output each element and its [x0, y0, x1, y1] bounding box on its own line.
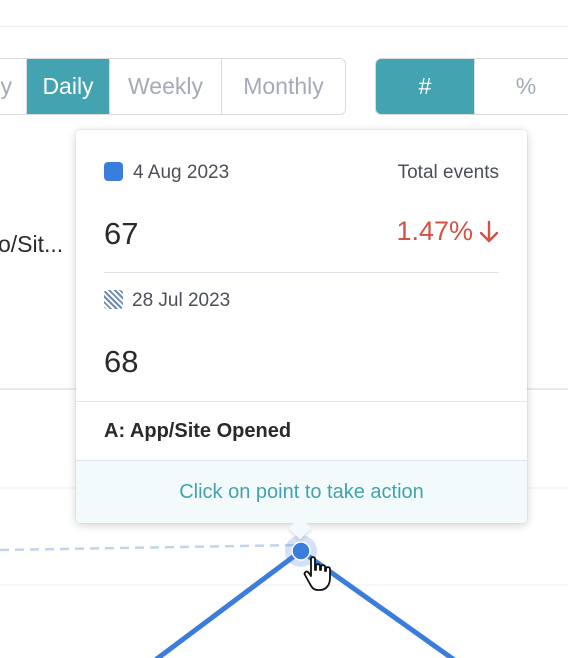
comparison-series-line: [0, 543, 301, 552]
mode-option-percent[interactable]: %: [475, 59, 568, 114]
current-series-line: [153, 548, 456, 658]
granularity-option-label: Daily: [42, 73, 94, 99]
current-period-value: 67: [104, 216, 139, 251]
tooltip-divider: [76, 401, 527, 402]
event-name: A: App/Site Opened: [104, 420, 292, 442]
change-percent: 1.47%: [396, 216, 473, 246]
event-label-truncated: o/Sit...: [0, 231, 64, 257]
current-series-swatch-icon: [104, 162, 123, 181]
mode-option-label: #: [418, 73, 432, 99]
event-name-row: A: App/Site Opened: [104, 420, 499, 443]
previous-period-value: 68: [104, 344, 139, 379]
change-indicator: 1.47%: [396, 216, 499, 247]
arrow-down-icon: [479, 220, 499, 242]
current-period-date: 4 Aug 2023: [133, 162, 230, 183]
previous-period-value-row: 68: [104, 344, 499, 380]
mode-option-count[interactable]: #: [376, 59, 475, 114]
top-divider: [0, 26, 568, 27]
metric-label: Total events: [397, 162, 499, 183]
granularity-toggle: y Daily Weekly Monthly: [0, 58, 346, 115]
value-mode-toggle: # %: [375, 58, 568, 115]
granularity-option-monthly[interactable]: Monthly: [222, 59, 345, 114]
granularity-option-label: Monthly: [243, 73, 324, 99]
previous-period-header: 28 Jul 2023: [104, 290, 499, 312]
tooltip-divider: [104, 272, 499, 273]
current-period-header: 4 Aug 2023 Total events: [104, 162, 499, 184]
analytics-chart-view: y Daily Weekly Monthly # % o/Sit... 4 Au…: [0, 0, 568, 658]
comparison-series-swatch-icon: [104, 290, 123, 309]
take-action-label: Click on point to take action: [179, 480, 424, 503]
granularity-option-weekly[interactable]: Weekly: [110, 59, 222, 114]
granularity-option-daily[interactable]: Daily: [27, 59, 110, 114]
hover-tooltip: 4 Aug 2023 Total events 67 1.47% 28 Jul …: [76, 130, 527, 540]
hover-data-point[interactable]: [291, 541, 311, 561]
granularity-option-label: Weekly: [128, 73, 203, 99]
take-action-link[interactable]: Click on point to take action: [76, 461, 527, 523]
previous-period-date: 28 Jul 2023: [132, 290, 231, 311]
mode-option-label: %: [515, 73, 537, 99]
granularity-option-label: y: [0, 73, 13, 99]
current-period-value-row: 67 1.47%: [104, 216, 499, 252]
granularity-option-hourly[interactable]: y: [0, 59, 27, 114]
